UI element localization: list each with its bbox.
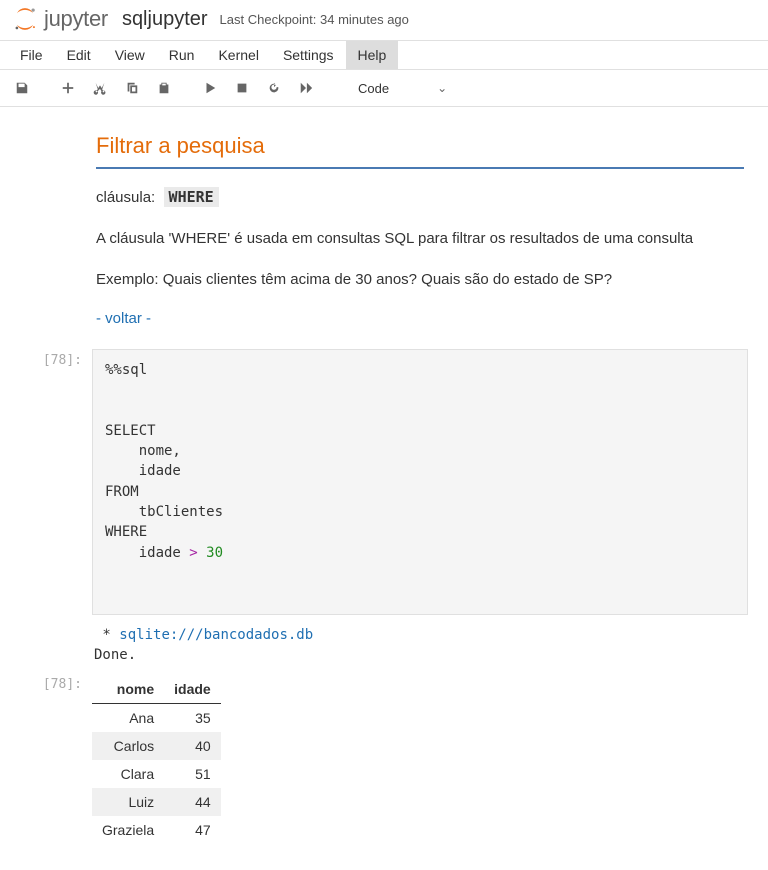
output-table: nomeidade Ana35Carlos40Clara51Luiz44Graz… <box>92 675 221 844</box>
table-cell: Clara <box>92 760 164 788</box>
menu-item-kernel[interactable]: Kernel <box>206 41 270 69</box>
table-cell: 47 <box>164 816 221 844</box>
stop-button[interactable] <box>228 74 256 102</box>
md-clause-line: cláusula: WHERE <box>96 187 744 208</box>
save-button[interactable] <box>8 74 36 102</box>
menu-item-edit[interactable]: Edit <box>55 41 103 69</box>
input-prompt: [78]: <box>0 349 92 615</box>
table-row: Luiz44 <box>92 788 221 816</box>
checkpoint-text: Last Checkpoint: 34 minutes ago <box>220 12 409 27</box>
table-row: Ana35 <box>92 704 221 733</box>
table-row: Clara51 <box>92 760 221 788</box>
output-star: * <box>94 627 119 643</box>
md-heading: Filtrar a pesquisa <box>96 133 744 169</box>
md-desc: A cláusula 'WHERE' é usada em consultas … <box>96 228 744 249</box>
table-header: idade <box>164 675 221 704</box>
cell-type-select[interactable]: Code ⌄ <box>338 78 447 99</box>
restart-run-all-button[interactable] <box>292 74 320 102</box>
table-cell: Ana <box>92 704 164 733</box>
table-cell: 40 <box>164 732 221 760</box>
jupyter-logo-icon <box>12 6 38 32</box>
menu-item-settings[interactable]: Settings <box>271 41 346 69</box>
cut-button[interactable] <box>86 74 114 102</box>
output-prompt-empty <box>0 621 92 668</box>
table-row: Carlos40 <box>92 732 221 760</box>
table-header: nome <box>92 675 164 704</box>
menu-item-file[interactable]: File <box>8 41 55 69</box>
table-row: Graziela47 <box>92 816 221 844</box>
menu-item-view[interactable]: View <box>103 41 157 69</box>
toolbar: Code ⌄ <box>0 70 768 107</box>
output-table-body: nomeidade Ana35Carlos40Clara51Luiz44Graz… <box>92 673 748 844</box>
logo: jupyter <box>12 6 108 32</box>
output-done: Done. <box>94 647 136 663</box>
markdown-cell[interactable]: Filtrar a pesquisa cláusula: WHERE A clá… <box>0 127 748 331</box>
logo-text: jupyter <box>44 6 108 32</box>
top-header: jupyter sqljupyter Last Checkpoint: 34 m… <box>0 0 768 40</box>
prompt-empty <box>0 127 92 331</box>
md-example: Exemplo: Quais clientes têm acima de 30 … <box>96 269 744 290</box>
code-cell[interactable]: [78]: %%sql SELECT nome, idade FROM tbCl… <box>0 349 748 615</box>
output-table-cell: [78]: nomeidade Ana35Carlos40Clara51Luiz… <box>0 673 748 844</box>
menu-item-run[interactable]: Run <box>157 41 207 69</box>
code-body: %%sql SELECT nome, idade FROM tbClientes… <box>92 349 748 615</box>
cell-type-value: Code <box>350 78 409 99</box>
paste-button[interactable] <box>150 74 178 102</box>
table-cell: 51 <box>164 760 221 788</box>
table-cell: 35 <box>164 704 221 733</box>
code-input[interactable]: %%sql SELECT nome, idade FROM tbClientes… <box>92 349 748 615</box>
add-cell-button[interactable] <box>54 74 82 102</box>
restart-button[interactable] <box>260 74 288 102</box>
menu-item-help[interactable]: Help <box>346 41 399 69</box>
table-cell: Carlos <box>92 732 164 760</box>
table-cell: 44 <box>164 788 221 816</box>
output-prompt: [78]: <box>0 673 92 844</box>
output-cell: * sqlite:///bancodados.db Done. <box>0 621 748 668</box>
md-back-link[interactable]: - voltar - <box>96 310 151 327</box>
table-cell: Graziela <box>92 816 164 844</box>
md-clause-code: WHERE <box>164 187 219 207</box>
output-text: * sqlite:///bancodados.db Done. <box>92 621 748 668</box>
md-clause-label: cláusula: <box>96 189 155 206</box>
run-button[interactable] <box>196 74 224 102</box>
notebook-container: Filtrar a pesquisa cláusula: WHERE A clá… <box>0 107 768 870</box>
notebook-title[interactable]: sqljupyter <box>122 8 208 31</box>
table-cell: Luiz <box>92 788 164 816</box>
output-db-link[interactable]: sqlite:///bancodados.db <box>119 627 313 643</box>
copy-button[interactable] <box>118 74 146 102</box>
output-body: * sqlite:///bancodados.db Done. <box>92 621 748 668</box>
menu-bar: FileEditViewRunKernelSettingsHelp <box>0 40 768 70</box>
chevron-down-icon: ⌄ <box>437 81 447 95</box>
markdown-body: Filtrar a pesquisa cláusula: WHERE A clá… <box>92 127 748 331</box>
